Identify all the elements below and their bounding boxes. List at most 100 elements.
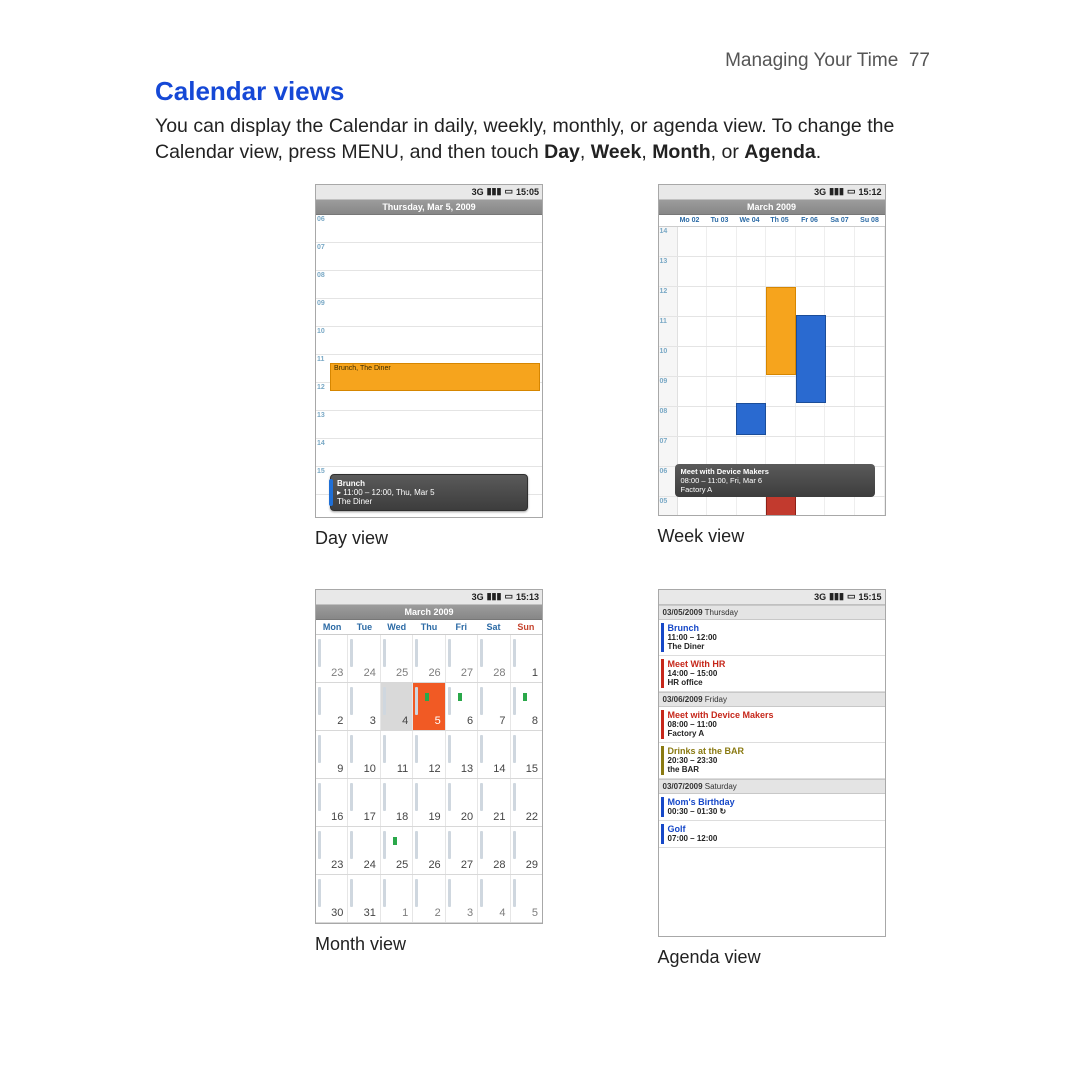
week-cell[interactable]	[707, 437, 737, 466]
week-cell[interactable]	[825, 407, 855, 436]
week-cell[interactable]	[825, 437, 855, 466]
month-day-cell[interactable]: 17	[348, 779, 380, 826]
month-day-cell[interactable]: 27	[446, 827, 478, 874]
month-day-cell[interactable]: 25	[381, 635, 413, 682]
week-cell[interactable]	[825, 377, 855, 406]
month-day-cell[interactable]: 31	[348, 875, 380, 922]
week-cell[interactable]	[796, 437, 826, 466]
week-cell[interactable]	[707, 317, 737, 346]
week-cell[interactable]	[796, 287, 826, 316]
month-day-cell[interactable]: 28	[478, 827, 510, 874]
week-cell[interactable]	[766, 407, 796, 436]
week-cell[interactable]	[825, 227, 855, 256]
month-day-cell[interactable]: 12	[413, 731, 445, 778]
month-day-cell[interactable]: 20	[446, 779, 478, 826]
month-day-cell[interactable]: 3	[348, 683, 380, 730]
week-day-header[interactable]: Th 05	[765, 215, 795, 226]
month-day-cell[interactable]: 5	[413, 683, 445, 730]
week-cell[interactable]	[855, 317, 885, 346]
week-cell[interactable]	[855, 287, 885, 316]
month-day-cell[interactable]: 24	[348, 827, 380, 874]
day-hour-row[interactable]: 08	[316, 271, 542, 299]
month-day-cell[interactable]: 19	[413, 779, 445, 826]
week-cell[interactable]	[678, 377, 708, 406]
month-day-cell[interactable]: 14	[478, 731, 510, 778]
month-day-cell[interactable]: 1	[511, 635, 542, 682]
month-day-cell[interactable]: 4	[381, 683, 413, 730]
week-cell[interactable]	[796, 497, 826, 515]
week-cell[interactable]	[678, 497, 708, 515]
week-cell[interactable]	[707, 227, 737, 256]
month-day-cell[interactable]: 30	[316, 875, 348, 922]
week-event-popup[interactable]: Meet with Device Makers 08:00 – 11:00, F…	[675, 464, 875, 497]
week-cell[interactable]	[855, 377, 885, 406]
month-day-cell[interactable]: 10	[348, 731, 380, 778]
week-cell[interactable]	[825, 287, 855, 316]
month-day-cell[interactable]: 11	[381, 731, 413, 778]
week-day-header[interactable]: Su 08	[855, 215, 885, 226]
month-day-cell[interactable]: 18	[381, 779, 413, 826]
month-day-cell[interactable]: 21	[478, 779, 510, 826]
week-cell[interactable]	[707, 257, 737, 286]
week-cell[interactable]	[796, 407, 826, 436]
month-day-cell[interactable]: 13	[446, 731, 478, 778]
day-event-popup[interactable]: Brunch ▸ 11:00 – 12:00, Thu, Mar 5 The D…	[330, 474, 528, 511]
month-day-cell[interactable]: 24	[348, 635, 380, 682]
week-day-header[interactable]: We 04	[735, 215, 765, 226]
week-cell[interactable]	[737, 377, 767, 406]
month-day-cell[interactable]: 25	[381, 827, 413, 874]
week-cell[interactable]	[737, 437, 767, 466]
week-cell[interactable]	[766, 377, 796, 406]
week-event-orange[interactable]	[766, 287, 796, 375]
month-day-cell[interactable]: 7	[478, 683, 510, 730]
week-cell[interactable]	[678, 407, 708, 436]
week-cell[interactable]	[737, 287, 767, 316]
week-cell[interactable]	[855, 497, 885, 515]
month-day-cell[interactable]: 15	[511, 731, 542, 778]
week-cell[interactable]	[796, 227, 826, 256]
agenda-item[interactable]: Golf07:00 – 12:00	[659, 821, 885, 848]
month-day-cell[interactable]: 2	[316, 683, 348, 730]
week-cell[interactable]	[766, 437, 796, 466]
week-day-header[interactable]: Sa 07	[825, 215, 855, 226]
agenda-item[interactable]: Drinks at the BAR20:30 – 23:30the BAR	[659, 743, 885, 779]
day-hour-row[interactable]: 13	[316, 411, 542, 439]
week-cell[interactable]	[825, 347, 855, 376]
month-day-cell[interactable]: 5	[511, 875, 542, 922]
month-day-cell[interactable]: 2	[413, 875, 445, 922]
week-cell[interactable]	[678, 437, 708, 466]
week-cell[interactable]	[737, 347, 767, 376]
day-hour-row[interactable]: 06	[316, 215, 542, 243]
agenda-item[interactable]: Brunch11:00 – 12:00The Diner	[659, 620, 885, 656]
week-cell[interactable]	[796, 257, 826, 286]
month-day-cell[interactable]: 23	[316, 827, 348, 874]
week-cell[interactable]	[825, 497, 855, 515]
week-cell[interactable]	[825, 257, 855, 286]
week-cell[interactable]	[855, 347, 885, 376]
week-cell[interactable]	[678, 347, 708, 376]
month-day-cell[interactable]: 22	[511, 779, 542, 826]
week-cell[interactable]	[707, 377, 737, 406]
week-cell[interactable]	[678, 227, 708, 256]
week-cell[interactable]	[707, 407, 737, 436]
month-day-cell[interactable]: 26	[413, 827, 445, 874]
day-event-brunch[interactable]: Brunch, The Diner	[330, 363, 540, 391]
week-cell[interactable]	[678, 317, 708, 346]
month-day-cell[interactable]: 23	[316, 635, 348, 682]
week-cell[interactable]	[707, 347, 737, 376]
week-cell[interactable]	[737, 497, 767, 515]
agenda-item[interactable]: Meet with Device Makers08:00 – 11:00Fact…	[659, 707, 885, 743]
day-hour-row[interactable]: 14	[316, 439, 542, 467]
month-day-cell[interactable]: 26	[413, 635, 445, 682]
week-day-header[interactable]: Tu 03	[705, 215, 735, 226]
month-day-cell[interactable]: 29	[511, 827, 542, 874]
week-cell[interactable]	[707, 497, 737, 515]
month-day-cell[interactable]: 8	[511, 683, 542, 730]
week-event-blue-1[interactable]	[796, 315, 826, 403]
agenda-item[interactable]: Meet With HR14:00 – 15:00HR office	[659, 656, 885, 692]
week-cell[interactable]	[855, 227, 885, 256]
week-cell[interactable]	[825, 317, 855, 346]
month-day-cell[interactable]: 6	[446, 683, 478, 730]
day-hour-row[interactable]: 09	[316, 299, 542, 327]
week-cell[interactable]	[707, 287, 737, 316]
